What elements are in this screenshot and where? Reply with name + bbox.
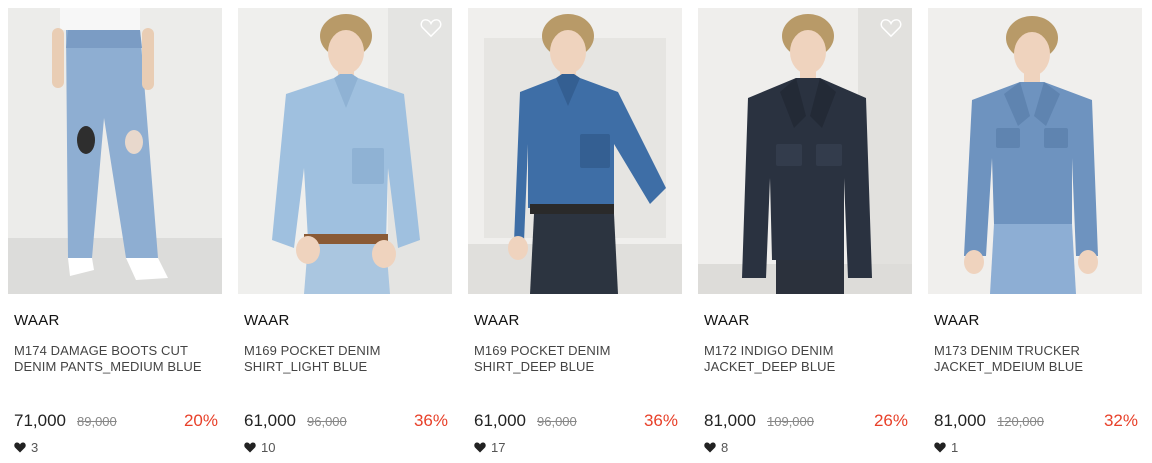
brand-name[interactable]: WAAR [474,312,520,329]
product-image[interactable] [928,8,1142,294]
like-count: 8 [704,439,729,455]
original-price: 96,000 [537,414,577,429]
product-name[interactable]: M173 DENIM TRUCKER JACKET_MDEIUM BLUE [934,343,1139,375]
like-count-value: 10 [261,439,276,455]
product-card[interactable]: WAAR M169 POCKET DENIM SHIRT_LIGHT BLUE … [238,8,452,463]
product-card[interactable]: WAAR M172 INDIGO DENIM JACKET_DEEP BLUE … [698,8,912,463]
product-name-line: SHIRT_LIGHT BLUE [244,359,368,374]
product-name-line: JACKET_MDEIUM BLUE [934,359,1084,374]
sale-price: 81,000 [704,411,756,430]
discount-rate: 26% [873,411,908,430]
product-name-line: JACKET_DEEP BLUE [704,359,836,374]
heart-outline-icon [880,19,902,38]
wishlist-button[interactable] [420,18,442,38]
product-name-line: M169 POCKET DENIM [474,343,611,358]
product-image[interactable] [698,8,912,294]
product-name-line: DENIM PANTS_MEDIUM BLUE [14,359,202,374]
product-photo-damage-jeans [8,8,222,294]
discount-rate: 36% [643,411,678,430]
brand-name[interactable]: WAAR [14,312,60,329]
like-count-value: 17 [491,439,506,455]
like-count: 10 [244,439,276,455]
product-name[interactable]: M169 POCKET DENIM SHIRT_DEEP BLUE [474,343,679,375]
product-grid: WAAR M174 DAMAGE BOOTS CUT DENIM PANTS_M… [8,8,1144,463]
brand-name[interactable]: WAAR [934,312,980,329]
product-name-line: M174 DAMAGE BOOTS CUT [14,343,189,358]
product-card[interactable]: WAAR M174 DAMAGE BOOTS CUT DENIM PANTS_M… [8,8,222,463]
like-count: 3 [14,439,39,455]
product-name-line: M169 POCKET DENIM [244,343,381,358]
product-card[interactable]: WAAR M169 POCKET DENIM SHIRT_DEEP BLUE 6… [468,8,682,463]
sale-price: 61,000 [244,411,296,430]
discount-rate: 36% [413,411,448,430]
discount-rate: 32% [1103,411,1138,430]
sale-price: 81,000 [934,411,986,430]
like-count: 1 [934,439,959,455]
product-name[interactable]: M169 POCKET DENIM SHIRT_LIGHT BLUE [244,343,449,375]
heart-filled-icon [474,442,486,452]
product-name[interactable]: M172 INDIGO DENIM JACKET_DEEP BLUE [704,343,909,375]
product-photo-indigo-jacket [698,8,912,294]
heart-filled-icon [704,442,716,452]
product-name-line: M173 DENIM TRUCKER [934,343,1081,358]
product-photo-light-denim-shirt [238,8,452,294]
sale-price: 61,000 [474,411,526,430]
product-name[interactable]: M174 DAMAGE BOOTS CUT DENIM PANTS_MEDIUM… [14,343,219,375]
heart-filled-icon [244,442,256,452]
product-image[interactable] [468,8,682,294]
product-image[interactable] [238,8,452,294]
like-count-value: 8 [721,439,729,455]
product-name-line: M172 INDIGO DENIM [704,343,834,358]
like-count-value: 3 [31,439,39,455]
wishlist-button[interactable] [880,18,902,38]
product-name-line: SHIRT_DEEP BLUE [474,359,595,374]
product-card[interactable]: WAAR M173 DENIM TRUCKER JACKET_MDEIUM BL… [928,8,1142,463]
discount-rate: 20% [183,411,218,430]
product-image[interactable] [8,8,222,294]
brand-name[interactable]: WAAR [704,312,750,329]
original-price: 89,000 [77,414,117,429]
original-price: 120,000 [997,414,1044,429]
product-photo-deep-denim-shirt [468,8,682,294]
heart-filled-icon [14,442,26,452]
original-price: 109,000 [767,414,814,429]
like-count-value: 1 [951,439,959,455]
sale-price: 71,000 [14,411,66,430]
product-photo-trucker-jacket [928,8,1142,294]
brand-name[interactable]: WAAR [244,312,290,329]
like-count: 17 [474,439,506,455]
heart-filled-icon [934,442,946,452]
original-price: 96,000 [307,414,347,429]
heart-outline-icon [420,19,442,38]
